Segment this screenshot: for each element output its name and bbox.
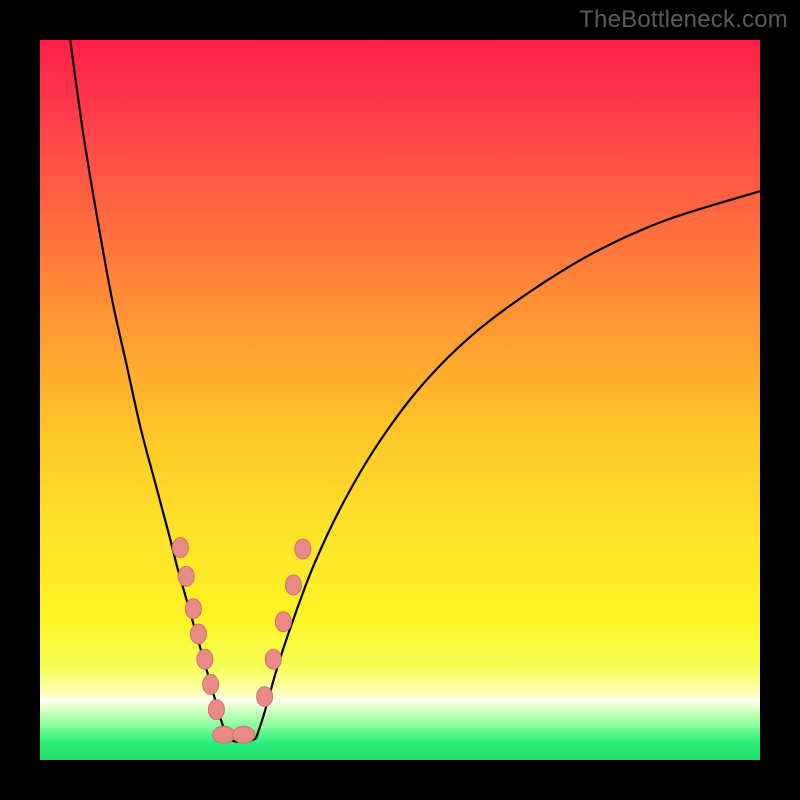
marker-point [190,624,206,644]
marker-point [285,575,301,595]
marker-point [203,674,219,694]
marker-point [275,612,291,632]
marker-point [213,726,235,743]
marker-point [208,700,224,720]
plot-area [40,40,760,760]
marker-point [233,726,255,743]
marker-point [178,566,194,586]
marker-point [197,649,213,669]
marker-point [185,599,201,619]
watermark-label: TheBottleneck.com [579,6,788,34]
marker-point [265,649,281,669]
background-gradient [40,40,760,760]
marker-point [295,539,311,559]
marker-point [257,687,273,707]
marker-point [172,538,188,558]
chart-svg [40,40,760,760]
chart-frame: TheBottleneck.com [0,0,800,800]
